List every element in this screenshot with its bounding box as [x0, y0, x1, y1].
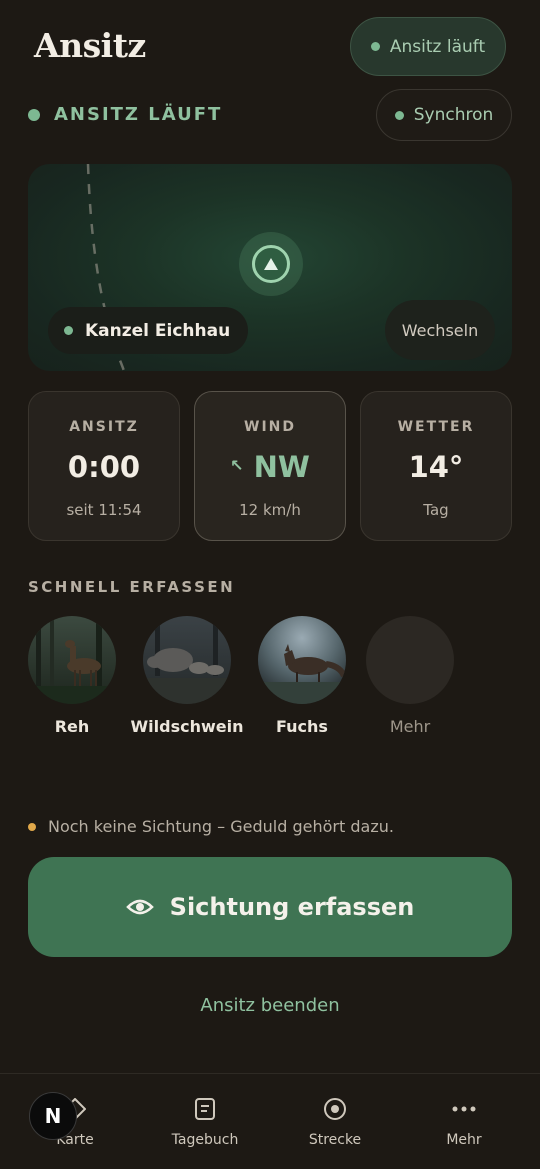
stat-value: ↖ NW	[195, 450, 345, 484]
species-wildschwein[interactable]: Wildschwein	[127, 616, 247, 736]
bottom-nav: Karte Tagebuch Strecke Mehr	[0, 1073, 540, 1169]
live-status: ANSITZ LÄUFT	[28, 104, 222, 125]
sync-dot-icon	[394, 110, 404, 120]
species-reh[interactable]: Reh	[12, 616, 132, 736]
boar-photo	[143, 616, 231, 704]
live-status-label: ANSITZ LÄUFT	[54, 104, 223, 125]
nav-label: Strecke	[308, 1132, 362, 1148]
hint-text: Noch keine Sichtung – Geduld gehört dazu…	[48, 817, 394, 836]
stand-chip[interactable]: Kanzel Eichhau	[48, 307, 249, 354]
journal-icon	[145, 1094, 265, 1124]
nav-label: Tagebuch	[171, 1132, 239, 1148]
more-icon	[404, 1094, 524, 1124]
more-species-button	[366, 616, 454, 704]
species-label: Reh	[54, 717, 90, 736]
ellipsis-icon	[366, 616, 390, 622]
deer-photo	[28, 616, 116, 704]
status-dot-icon	[370, 42, 380, 51]
stat-sub: Tag	[423, 501, 449, 519]
stat-wetter: WETTER 14° Tag	[360, 391, 512, 541]
nav-label: Karte	[56, 1132, 94, 1148]
stat-sub: seit 11:54	[66, 501, 142, 519]
record-sighting-button[interactable]: Sichtung erfassen	[28, 857, 512, 957]
stat-title: WIND	[244, 419, 296, 435]
species-label: Mehr	[389, 717, 431, 736]
stat-ansitz: ANSITZ 0:00 seit 11:54	[28, 391, 180, 541]
status-pill-label: Ansitz läuft	[389, 36, 486, 57]
wind-direction: NW	[253, 450, 310, 484]
fox-photo	[258, 616, 346, 704]
nav-item-mehr[interactable]: Mehr	[404, 1094, 524, 1148]
species-fuchs[interactable]: Fuchs	[242, 616, 362, 736]
map-preview[interactable]: Kanzel Eichhau Wechseln	[28, 164, 512, 371]
stat-value: 0:00	[67, 450, 141, 484]
live-dot-icon	[28, 108, 40, 121]
stat-title: ANSITZ	[69, 419, 139, 435]
cta-label: Sichtung erfassen	[169, 893, 415, 921]
stat-value: 14°	[408, 450, 464, 484]
target-icon	[275, 1094, 395, 1124]
wind-direction-icon: ↖	[230, 456, 244, 475]
hint-dot-icon	[28, 822, 36, 831]
species-label: Wildschwein	[130, 717, 244, 736]
switch-stand-button[interactable]: Wechseln	[385, 300, 495, 360]
dev-overlay-badge[interactable]: N	[29, 1092, 77, 1140]
stat-title: WETTER	[397, 419, 475, 435]
app-title: Ansitz	[34, 26, 146, 65]
species-more[interactable]: Mehr	[350, 616, 470, 736]
species-label: Fuchs	[276, 717, 328, 736]
location-marker[interactable]	[239, 232, 303, 296]
end-session-link[interactable]: Ansitz beenden	[0, 995, 540, 1016]
stand-name: Kanzel Eichhau	[85, 320, 231, 341]
position-arrow-icon	[264, 258, 278, 270]
session-status-pill[interactable]: Ansitz läuft	[350, 17, 506, 76]
empty-hint: Noch keine Sichtung – Geduld gehört dazu…	[28, 817, 394, 836]
quick-capture-label: SCHNELL ERFASSEN	[28, 578, 236, 596]
nav-label: Mehr	[446, 1132, 482, 1148]
eye-icon	[125, 899, 154, 915]
stat-sub: 12 km/h	[239, 501, 301, 519]
nav-item-tagebuch[interactable]: Tagebuch	[145, 1094, 265, 1148]
sync-status-pill[interactable]: Synchron	[376, 89, 512, 141]
sync-label: Synchron	[413, 105, 494, 125]
stat-wind: WIND ↖ NW 12 km/h	[194, 391, 346, 541]
nav-item-strecke[interactable]: Strecke	[275, 1094, 395, 1148]
stand-dot-icon	[64, 326, 73, 335]
